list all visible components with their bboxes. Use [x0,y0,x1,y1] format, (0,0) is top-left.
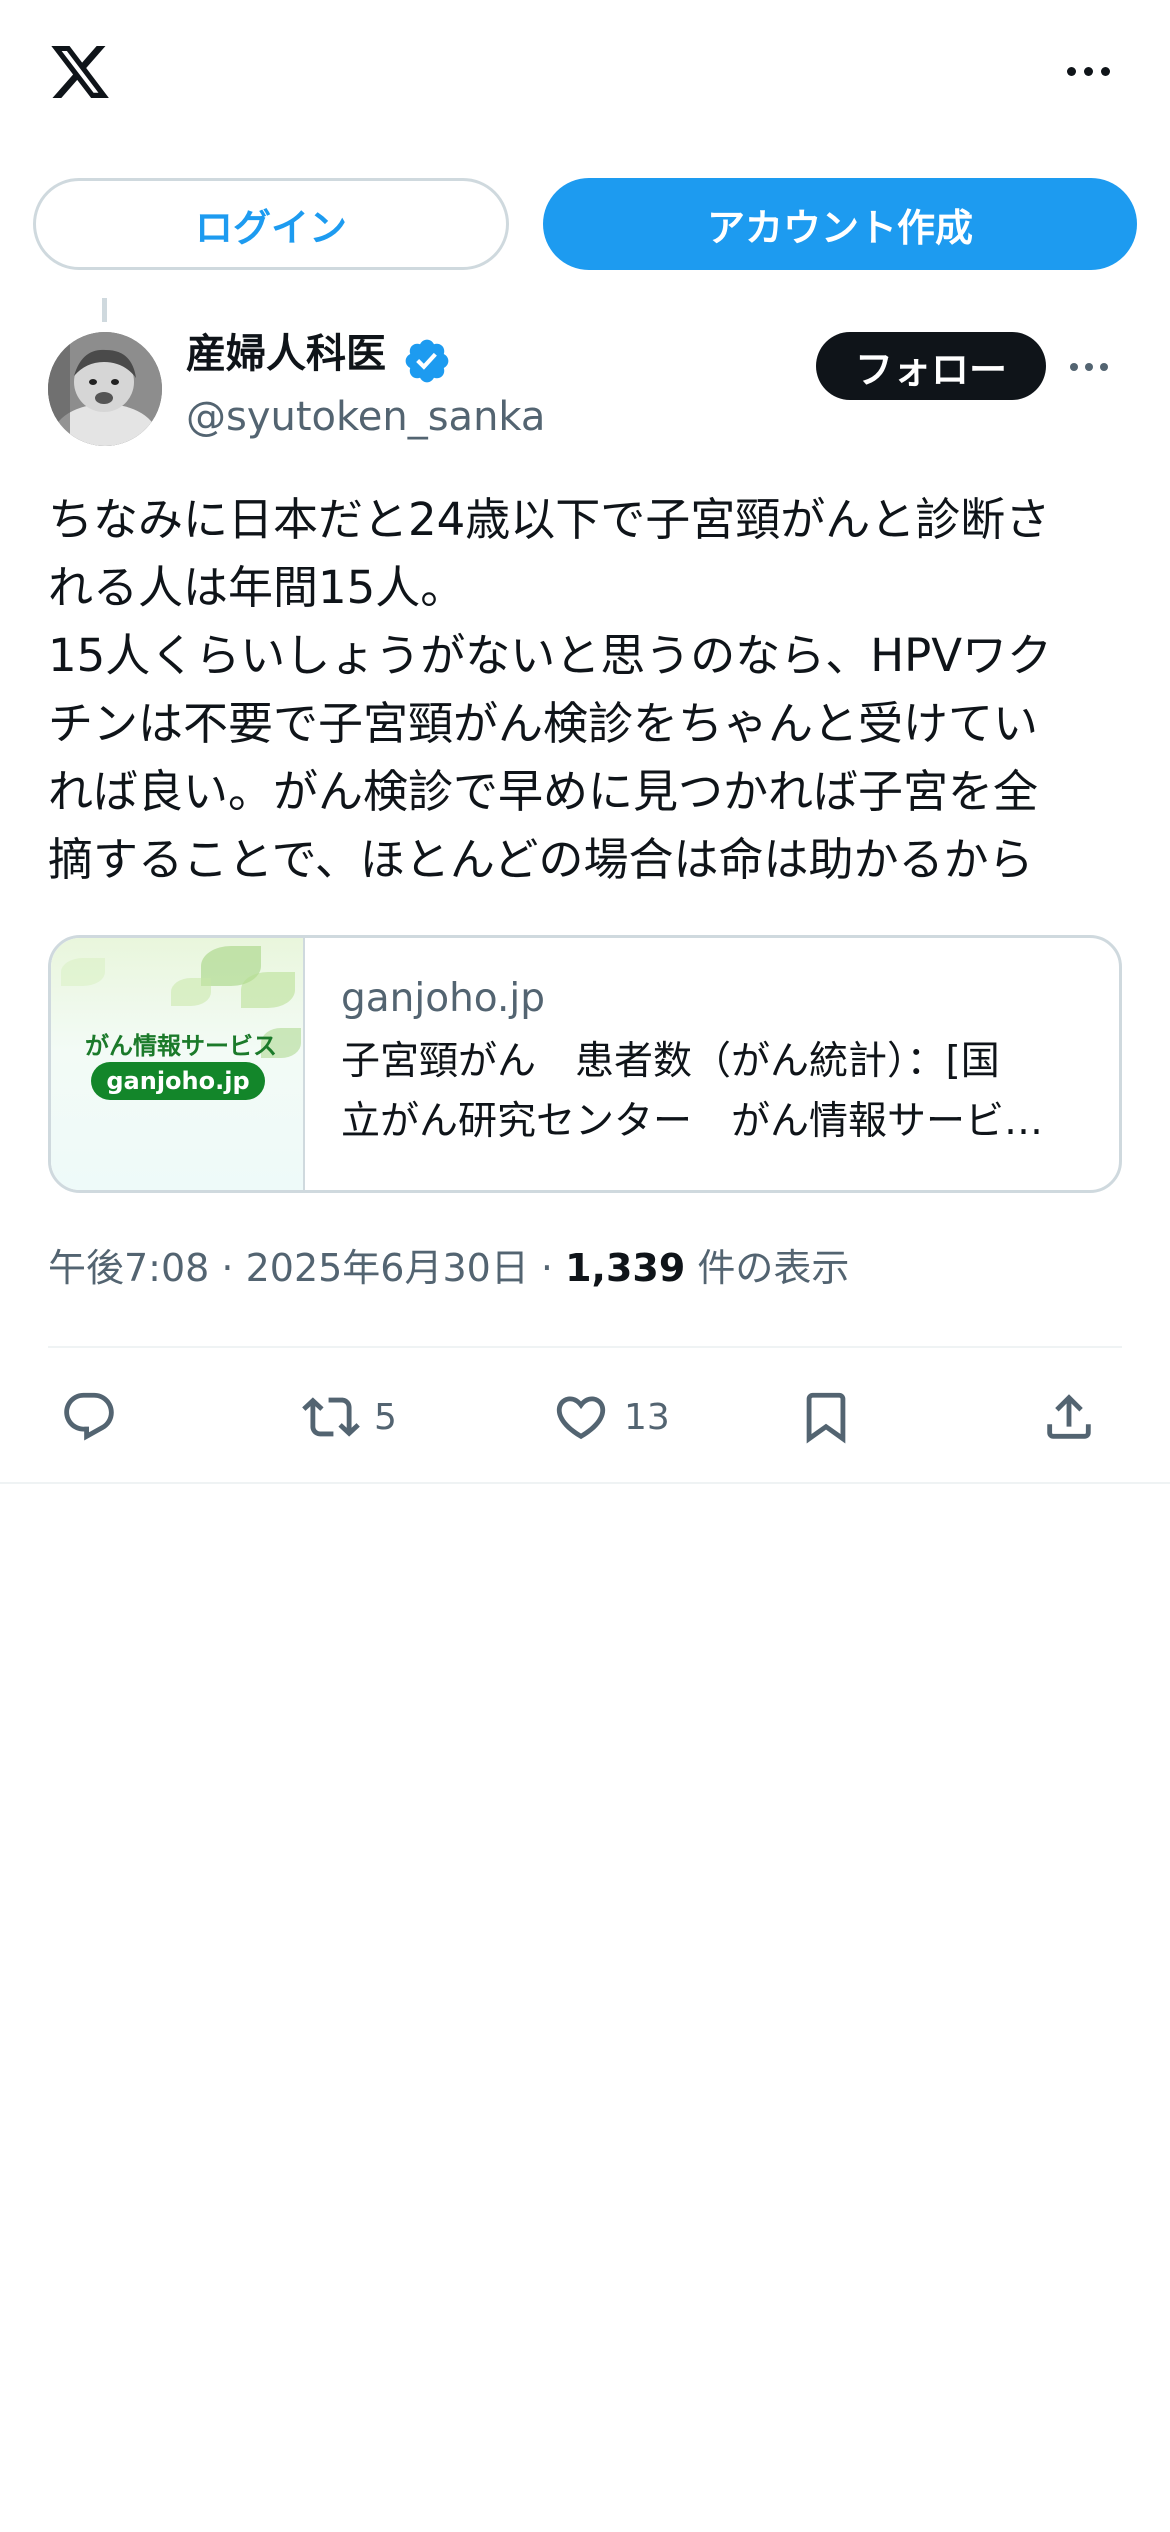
share-button[interactable] [1040,1372,1098,1462]
tweet-date[interactable]: 2025年6月30日 [246,1246,529,1290]
views-count: 1,339 [565,1246,686,1290]
create-account-button[interactable]: アカウント作成 [543,178,1137,270]
login-button[interactable]: ログイン [33,178,509,270]
heart-icon [556,1396,606,1440]
tweet-meta: 午後7:08 · 2025年6月30日 · 1,339 件の表示 [48,1240,849,1296]
retweet-icon [302,1397,360,1437]
thumbnail-pill: ganjoho.jp [91,1062,265,1100]
follow-button[interactable]: フォロー [816,332,1046,400]
avatar[interactable] [48,332,162,446]
meta-separator: · [209,1246,246,1290]
author-display-name[interactable]: 産婦人科医 [186,326,386,382]
link-card[interactable]: がん情報サービス ganjoho.jp ganjoho.jp 子宮頸がん 患者数… [48,935,1122,1193]
link-card-domain: ganjoho.jp [341,976,545,1021]
x-logo-icon[interactable] [46,40,114,104]
link-card-title: 子宮頸がん 患者数（がん統計）：[国 立がん研究センター がん情報サービ… [341,1039,1044,1144]
link-card-thumbnail: がん情報サービス ganjoho.jp [51,938,305,1190]
like-count: 13 [624,1396,670,1438]
meta-separator: · [528,1246,566,1290]
divider [0,1482,1170,1484]
auth-buttons: ログイン アカウント作成 [33,178,1137,270]
retweet-count: 5 [374,1396,397,1438]
verified-badge-icon [405,339,449,383]
bookmark-button[interactable] [797,1372,855,1462]
top-bar [0,0,1170,150]
author-handle[interactable]: @syutoken_sanka [186,389,545,445]
tweet-text: ちなみに日本だと24歳以下で子宮頸がんと診断さ れる人は年間15人。 15人くら… [48,493,1053,886]
views-label: 件の表示 [685,1246,850,1290]
bookmark-icon [806,1392,846,1444]
tweet-time[interactable]: 午後7:08 [48,1246,209,1290]
reply-icon [64,1392,114,1441]
thread-connector-line [102,298,107,322]
more-horizontal-icon[interactable] [1060,56,1116,86]
divider [48,1346,1122,1348]
share-icon [1047,1394,1091,1439]
tweet-more-icon[interactable] [1070,360,1120,374]
thumbnail-label: がん情報サービス [85,1032,277,1060]
tweet-actions: 5 13 [0,1372,1170,1462]
like-button[interactable]: 13 [552,1372,670,1462]
retweet-button[interactable]: 5 [302,1372,397,1462]
reply-button[interactable] [60,1372,132,1462]
